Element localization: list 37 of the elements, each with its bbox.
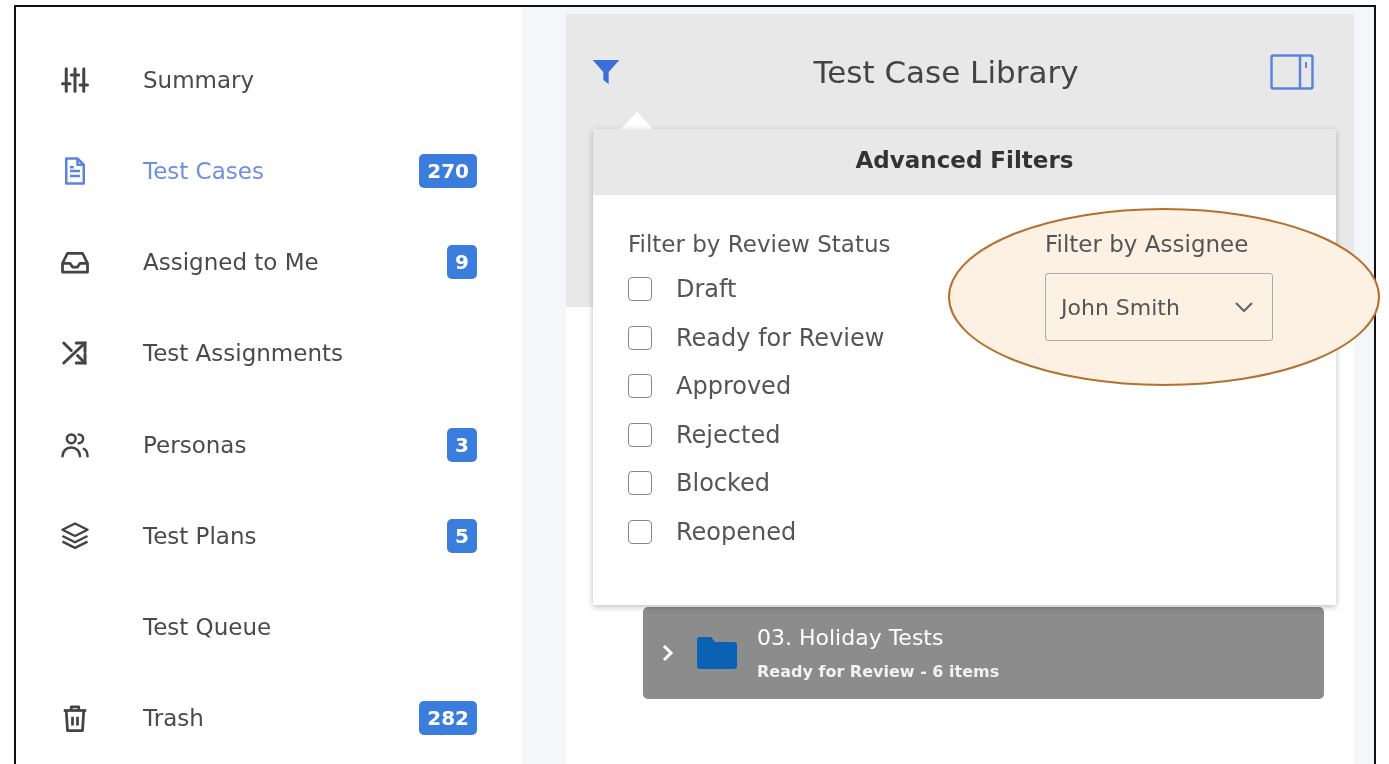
assignee-dropdown[interactable]: John Smith xyxy=(1045,273,1273,341)
option-label: Blocked xyxy=(676,469,771,498)
chevron-down-icon xyxy=(1234,301,1254,313)
option-label: Draft xyxy=(676,275,737,304)
panel-title: Test Case Library xyxy=(812,54,1080,90)
sidebar-item[interactable]: Summary xyxy=(60,34,477,126)
folder-title: 03. Holiday Tests xyxy=(757,625,945,650)
checkbox[interactable] xyxy=(628,422,652,447)
option-label: Rejected xyxy=(676,420,781,449)
checkbox[interactable] xyxy=(628,325,652,350)
checkbox[interactable] xyxy=(628,277,652,302)
filter-label: Filter by Assignee xyxy=(1045,231,1250,257)
count-badge: 9 xyxy=(447,245,477,280)
option-label: Approved xyxy=(676,372,792,401)
sidebar-item[interactable]: Trash 282 xyxy=(60,672,477,764)
checkbox[interactable] xyxy=(628,519,652,544)
sidebar-item[interactable]: Personas 3 xyxy=(60,399,477,491)
count-badge: 282 xyxy=(419,701,477,736)
option-label: Reopened xyxy=(676,517,797,546)
sidebar-item[interactable]: Test Queue xyxy=(60,581,477,673)
checkbox[interactable] xyxy=(628,471,652,496)
sidebar-item[interactable]: Test Assignments xyxy=(60,307,477,399)
folder-icon xyxy=(697,637,737,669)
filter-label: Filter by Review Status xyxy=(628,231,892,257)
count-badge: 3 xyxy=(447,427,477,462)
option-label: Ready for Review xyxy=(676,323,885,352)
folder-subtitle: Ready for Review - 6 items xyxy=(757,662,1000,681)
sliders-icon xyxy=(60,64,90,95)
side-panel-icon[interactable] xyxy=(1270,54,1314,90)
checkbox[interactable] xyxy=(628,374,652,399)
sidebar-item[interactable]: Test Plans 5 xyxy=(60,490,477,582)
sidebar-item[interactable]: Assigned to Me 9 xyxy=(60,216,477,308)
sidebar-item[interactable]: Test Cases 270 xyxy=(60,125,477,217)
popover-title: Advanced Filters xyxy=(593,129,1336,195)
layers-icon xyxy=(60,520,90,551)
count-badge: 270 xyxy=(419,153,477,188)
count-badge: 5 xyxy=(447,518,477,553)
